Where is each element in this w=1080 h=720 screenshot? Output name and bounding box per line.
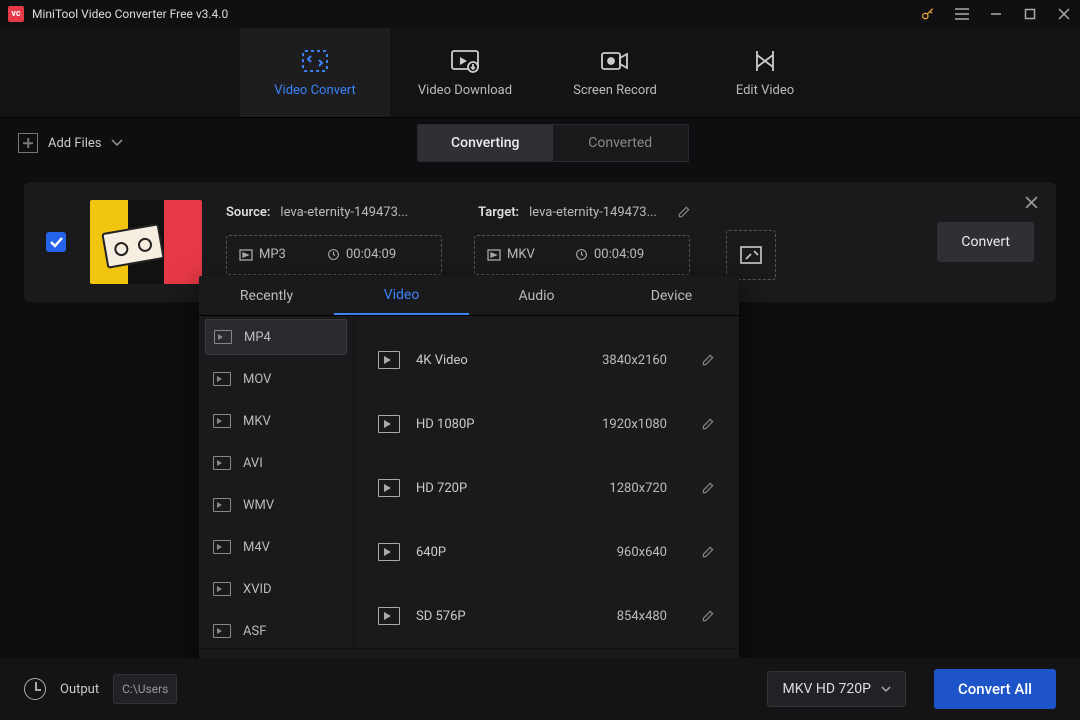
resolution-item[interactable]: SD 576P854x480 (354, 584, 739, 648)
format-item-mkv[interactable]: MKV (199, 400, 353, 442)
title-bar: vc MiniTool Video Converter Free v3.4.0 (0, 0, 1080, 28)
format-icon (213, 540, 231, 554)
thumbnail (90, 200, 202, 284)
target-label: Target: (478, 205, 519, 220)
tab-label: Video Download (418, 83, 512, 98)
format-icon (213, 414, 231, 428)
format-icon (213, 372, 231, 386)
add-files-button[interactable]: Add Files (18, 133, 123, 153)
output-label: Output (60, 682, 99, 697)
output-path-field[interactable]: C:\Users (113, 674, 177, 704)
format-icon (213, 582, 231, 596)
popup-tabs: Recently Video Audio Device (199, 276, 739, 316)
tab-label: Screen Record (573, 83, 657, 98)
tab-converted[interactable]: Converted (553, 125, 688, 161)
target-format: MKV (507, 247, 535, 262)
source-duration: 00:04:09 (346, 247, 396, 262)
record-icon (600, 47, 630, 75)
edit-preset-icon[interactable] (701, 353, 715, 367)
resolution-list[interactable]: 4K Video3840x2160 HD 1080P1920x1080 HD 7… (354, 316, 739, 648)
file-icon (239, 249, 253, 261)
clock-icon (327, 248, 340, 261)
format-icon (213, 624, 231, 638)
app-logo: vc (8, 6, 24, 22)
video-icon (378, 607, 400, 625)
chevron-down-icon (881, 686, 891, 693)
popup-tab-audio[interactable]: Audio (469, 276, 604, 315)
tab-label: Edit Video (736, 83, 794, 98)
resolution-item[interactable]: 640P960x640 (354, 520, 739, 584)
video-icon (378, 543, 400, 561)
file-icon (487, 249, 501, 261)
format-popup: Recently Video Audio Device MP4 MOV MKV … (199, 276, 739, 698)
format-item-mov[interactable]: MOV (199, 358, 353, 400)
tab-video-download[interactable]: Video Download (390, 28, 540, 117)
tab-video-convert[interactable]: Video Convert (240, 28, 390, 117)
key-icon[interactable] (920, 6, 936, 22)
download-icon (450, 47, 480, 75)
format-item-xvid[interactable]: XVID (199, 568, 353, 610)
format-item-mp4[interactable]: MP4 (205, 319, 347, 355)
video-icon (378, 415, 400, 433)
minimize-icon[interactable] (988, 6, 1004, 22)
format-icon (213, 456, 231, 470)
target-info-box: MKV 00:04:09 (474, 235, 690, 275)
popup-tab-video[interactable]: Video (334, 276, 469, 315)
maximize-icon[interactable] (1022, 6, 1038, 22)
video-icon (378, 351, 400, 369)
source-filename: leva-eternity-149473... (280, 205, 408, 220)
convert-button[interactable]: Convert (937, 222, 1034, 262)
clock-icon (575, 248, 588, 261)
resolution-item[interactable]: HD 1080P1920x1080 (354, 392, 739, 456)
edit-video-icon (752, 47, 778, 75)
format-item-wmv[interactable]: WMV (199, 484, 353, 526)
edit-preset-icon[interactable] (701, 545, 715, 559)
select-checkbox[interactable] (46, 232, 66, 252)
popup-tab-recently[interactable]: Recently (199, 276, 334, 315)
tab-label: Video Convert (274, 83, 355, 98)
status-tabs: Converting Converted (417, 124, 689, 162)
tab-edit-video[interactable]: Edit Video (690, 28, 840, 117)
source-format: MP3 (259, 247, 286, 262)
schedule-icon[interactable] (24, 678, 46, 700)
window-title: MiniTool Video Converter Free v3.4.0 (32, 7, 228, 21)
edit-preset-icon[interactable] (701, 481, 715, 495)
plus-square-icon (18, 133, 38, 153)
target-filename: leva-eternity-149473... (529, 205, 657, 220)
tab-converting[interactable]: Converting (418, 125, 553, 161)
bottom-bar: Output C:\Users MKV HD 720P Convert All (0, 658, 1080, 720)
convert-icon (300, 47, 330, 75)
tab-screen-record[interactable]: Screen Record (540, 28, 690, 117)
edit-preset-icon[interactable] (701, 417, 715, 431)
close-icon[interactable] (1056, 6, 1072, 22)
resolution-item[interactable]: 4K Video3840x2160 (354, 328, 739, 392)
output-preset-dropdown[interactable]: MKV HD 720P (767, 671, 905, 707)
format-item-avi[interactable]: AVI (199, 442, 353, 484)
toolbar: Add Files Converting Converted (0, 118, 1080, 168)
video-icon (378, 479, 400, 497)
source-label: Source: (226, 205, 270, 220)
chevron-down-icon (111, 139, 123, 147)
edit-preset-icon[interactable] (701, 609, 715, 623)
menu-icon[interactable] (954, 6, 970, 22)
remove-card-icon[interactable] (1025, 196, 1038, 209)
nav-tabs: Video Convert Video Download Screen Reco… (0, 28, 1080, 118)
format-item-asf[interactable]: ASF (199, 610, 353, 648)
target-duration: 00:04:09 (594, 247, 644, 262)
format-icon (213, 498, 231, 512)
format-item-m4v[interactable]: M4V (199, 526, 353, 568)
resolution-item[interactable]: HD 720P1280x720 (354, 456, 739, 520)
popup-tab-device[interactable]: Device (604, 276, 739, 315)
preset-label: MKV HD 720P (782, 681, 870, 697)
format-icon (214, 330, 232, 344)
edit-target-icon[interactable] (677, 205, 691, 219)
add-files-label: Add Files (48, 136, 101, 151)
aspect-ratio-button[interactable] (726, 230, 776, 280)
format-list[interactable]: MP4 MOV MKV AVI WMV M4V XVID ASF (199, 316, 354, 648)
convert-all-button[interactable]: Convert All (934, 669, 1056, 709)
source-info-box: MP3 00:04:09 (226, 235, 442, 275)
